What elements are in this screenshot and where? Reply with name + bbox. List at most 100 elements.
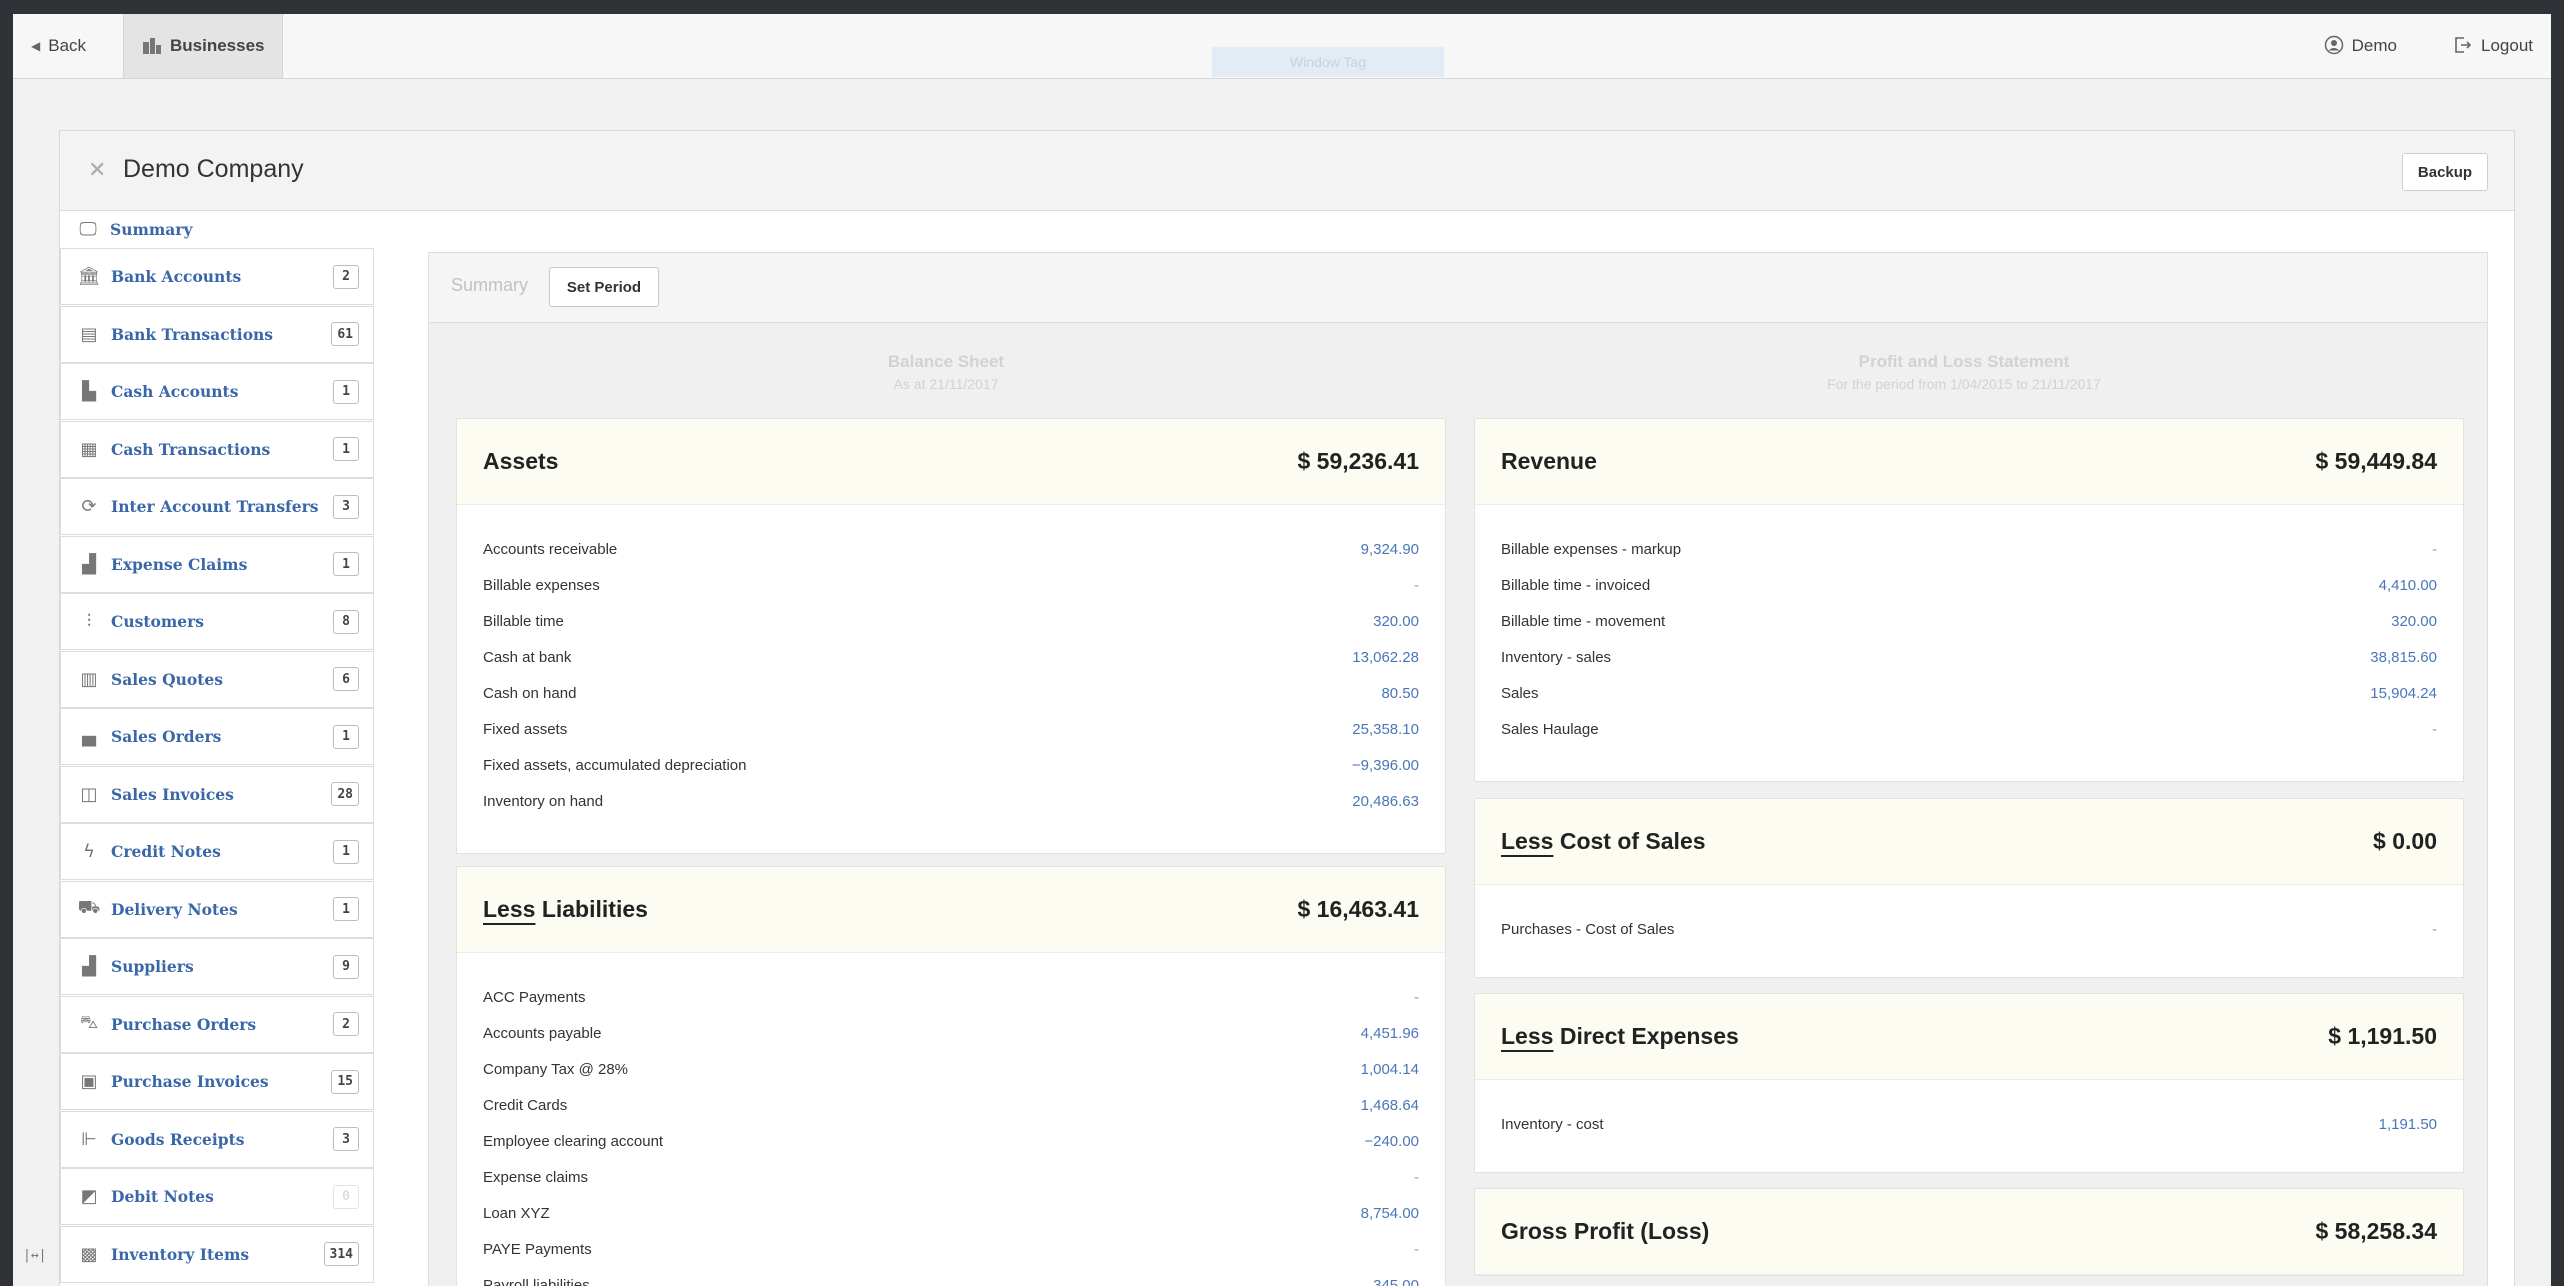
sidebar-item-sales-quotes[interactable]: ▥ Sales Quotes 6	[60, 650, 374, 708]
debit-notes-icon: ◩	[80, 1186, 98, 1207]
account-value[interactable]: 4,451.96	[1361, 1025, 1419, 1042]
sales-invoices-icon: ◫	[80, 783, 98, 805]
profit-loss-title: Profit and Loss Statement	[1858, 352, 2070, 371]
account-value[interactable]: 80.50	[1381, 685, 1419, 702]
sidebar-item-delivery-notes[interactable]: ⛟ Delivery Notes 1	[60, 880, 374, 938]
sidebar-item-customers[interactable]: ⫶ Customers 8	[60, 593, 374, 650]
purchase-invoices-icon: ▣	[80, 1071, 98, 1092]
account-value[interactable]: 8,754.00	[1361, 1205, 1419, 1222]
balance-sheet-title: Balance Sheet	[887, 352, 1005, 371]
account-value[interactable]: 320.00	[1373, 613, 1419, 630]
account-label: Billable expenses	[483, 576, 600, 594]
count-badge: 2	[333, 264, 359, 289]
cart-icon: ⛍	[79, 1012, 99, 1033]
account-value[interactable]: 345.00	[1373, 1277, 1419, 1286]
account-value[interactable]: 1,191.50	[2379, 1116, 2437, 1133]
summary-content: Summary Set Period Balance Sheet As at 2…	[428, 252, 2488, 1286]
account-label: Inventory - cost	[1501, 1115, 1604, 1133]
account-value[interactable]: 320.00	[2391, 613, 2437, 630]
revenue-title: Revenue	[1501, 448, 1597, 474]
inventory-icon: ▩	[80, 1243, 98, 1265]
gross-profit-title: Gross Profit (Loss)	[1501, 1218, 1710, 1244]
liabilities-total: $ 16,463.41	[1297, 896, 1419, 922]
sidebar-item-cash-accounts[interactable]: ▙ Cash Accounts 1	[60, 363, 374, 420]
sidebar-item-debit-notes[interactable]: ◩ Debit Notes 0	[60, 1168, 374, 1225]
sidebar-item-label: Bank Accounts	[111, 267, 242, 286]
sidebar-item-expense-claims[interactable]: ▟ Expense Claims 1	[60, 535, 374, 593]
sidebar-item-inventory-items[interactable]: ▩ Inventory Items 314	[60, 1225, 374, 1283]
count-badge: 6	[333, 667, 359, 691]
sidebar-item-goods-receipts[interactable]: ⊩ Goods Receipts 3	[60, 1110, 374, 1168]
count-badge: 1	[333, 379, 359, 404]
back-button[interactable]: ◀ Back	[13, 14, 104, 78]
cost-of-sales-header: Less Cost of Sales $ 0.00	[1475, 799, 2463, 885]
count-badge: 15	[331, 1069, 359, 1094]
sidebar-item-inter-account-transfers[interactable]: ⟳ Inter Account Transfers 3	[60, 478, 374, 535]
sidebar-item-label: Debit Notes	[111, 1187, 214, 1206]
sidebar-item-sales-invoices[interactable]: ◫ Sales Invoices 28	[60, 765, 374, 823]
gross-profit-total: $ 58,258.34	[2315, 1218, 2437, 1244]
user-label: Demo	[2351, 36, 2397, 55]
cost-of-sales-title: Less Cost of Sales	[1501, 828, 1706, 855]
sidebar-item-credit-notes[interactable]: ϟ Credit Notes 1	[60, 823, 374, 880]
cash-transactions-icon: ▦	[80, 438, 98, 460]
table-row: PAYE Payments -	[457, 1231, 1445, 1267]
account-value[interactable]: 1,468.64	[1361, 1097, 1419, 1114]
sidebar-item-label: Goods Receipts	[111, 1129, 245, 1149]
sidebar-item-suppliers[interactable]: ▟ Suppliers 9	[60, 938, 374, 995]
set-period-button[interactable]: Set Period	[549, 267, 659, 307]
count-badge: 1	[333, 839, 359, 864]
resize-handle-icon[interactable]: |↔|	[23, 1248, 46, 1263]
account-value[interactable]: 15,904.24	[2370, 685, 2437, 702]
liabilities-title-text: Liabilities	[541, 896, 648, 922]
sidebar-item-cash-transactions[interactable]: ▦ Cash Transactions 1	[60, 420, 374, 478]
count-badge: 3	[333, 494, 359, 519]
table-row: Inventory - cost 1,191.50	[1475, 1106, 2463, 1142]
sidebar-item-summary[interactable]: 🖵 Summary	[60, 211, 374, 247]
account-value[interactable]: 38,815.60	[2370, 649, 2437, 666]
sidebar-item-bank-transactions[interactable]: ▤ Bank Transactions 61	[60, 305, 374, 363]
sidebar-item-purchase-invoices[interactable]: ▣ Purchase Invoices 15	[60, 1053, 374, 1110]
sidebar-item-sales-orders[interactable]: ▄ Sales Orders 1	[60, 708, 374, 765]
table-row: Fixed assets, accumulated depreciation −9…	[457, 747, 1445, 783]
liabilities-header: Less Liabilities $ 16,463.41	[457, 867, 1445, 953]
account-label: Fixed assets	[483, 720, 568, 738]
sidebar-item-bank-accounts[interactable]: 🏛 Bank Accounts 2	[60, 248, 374, 305]
delivery-truck-icon: ⛟	[77, 897, 101, 918]
liabilities-rows: ACC Payments - Accounts payable 4,451.96 Com…	[457, 953, 1445, 1286]
account-value[interactable]: 20,486.63	[1352, 793, 1419, 810]
caret-left-icon: ◀	[31, 39, 41, 53]
account-label: Purchases - Cost of Sales	[1501, 920, 1675, 938]
businesses-icon	[142, 36, 162, 57]
account-value[interactable]: 13,062.28	[1352, 649, 1419, 666]
user-button[interactable]: Demo	[2306, 14, 2415, 78]
count-badge: 1	[333, 724, 359, 749]
backup-button[interactable]: Backup	[2402, 153, 2488, 191]
account-value[interactable]: 9,324.90	[1361, 541, 1419, 558]
sidebar-item-label: Bank Transactions	[111, 324, 274, 344]
account-value[interactable]: 25,358.10	[1352, 721, 1419, 738]
expense-claims-icon: ▟	[82, 553, 96, 575]
account-label: Billable time - movement	[1501, 612, 1666, 630]
table-row: Loan XYZ 8,754.00	[457, 1195, 1445, 1231]
tab-summary[interactable]: Summary	[451, 275, 528, 296]
table-row: Company Tax @ 28% 1,004.14	[457, 1051, 1445, 1087]
company-title: Demo Company	[123, 155, 304, 183]
sidebar-item-label: Sales Orders	[111, 727, 222, 746]
close-icon[interactable]: ✕	[88, 157, 106, 183]
account-value[interactable]: −240.00	[1364, 1133, 1419, 1150]
account-value[interactable]: −9,396.00	[1352, 757, 1419, 774]
back-label: Back	[48, 36, 87, 55]
table-row: Payroll liabilities 345.00	[457, 1267, 1445, 1286]
account-value[interactable]: 4,410.00	[2379, 577, 2437, 594]
user-icon	[2324, 35, 2344, 58]
table-row: Inventory - sales 38,815.60	[1475, 639, 2463, 675]
logout-button[interactable]: Logout	[2435, 14, 2551, 78]
sidebar-item-purchase-orders[interactable]: ⛍ Purchase Orders 2	[60, 995, 374, 1053]
account-label: Cash on hand	[483, 684, 577, 702]
table-row: Cash on hand 80.50	[457, 675, 1445, 711]
businesses-button[interactable]: Businesses	[123, 14, 283, 78]
cash-accounts-icon: ▙	[82, 381, 96, 402]
account-value[interactable]: 1,004.14	[1361, 1061, 1419, 1078]
direct-expenses-card: Less Direct Expenses $ 1,191.50 Inventor…	[1474, 993, 2464, 1173]
